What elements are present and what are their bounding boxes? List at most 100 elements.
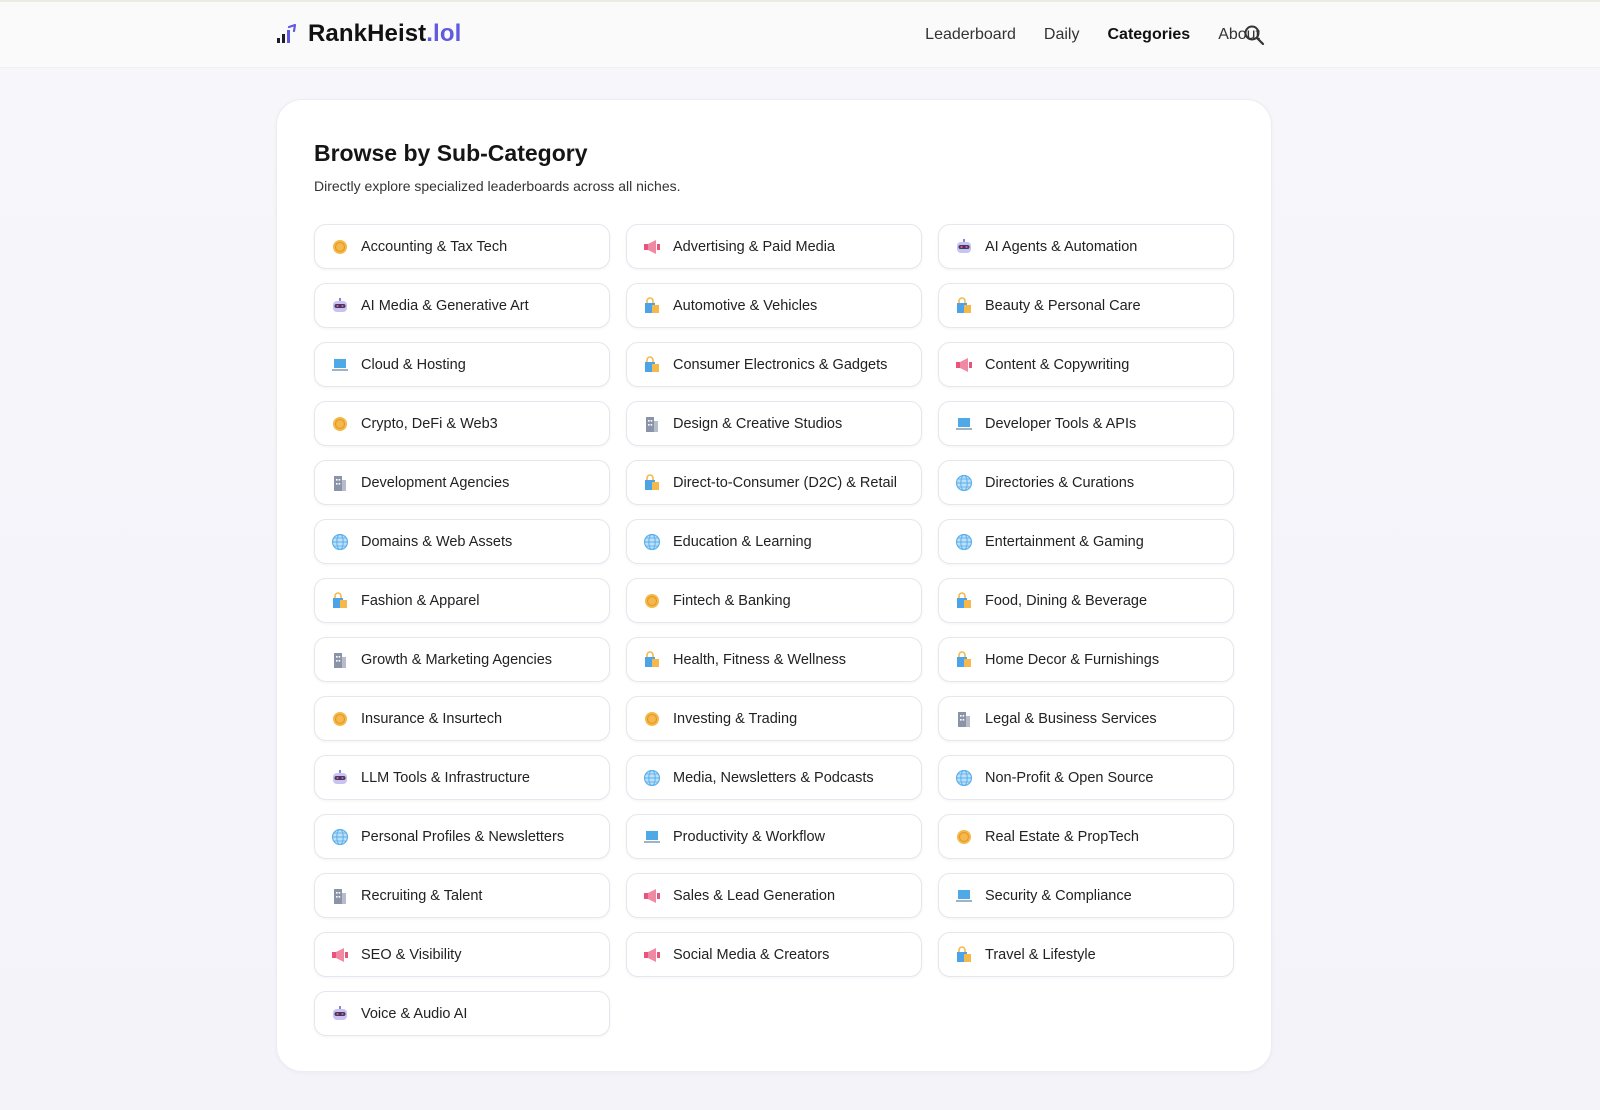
category-item[interactable]: Automotive & Vehicles — [626, 283, 922, 328]
category-label: Health, Fitness & Wellness — [673, 651, 846, 668]
shopping-bag-icon — [955, 650, 973, 669]
category-item[interactable]: Home Decor & Furnishings — [938, 637, 1234, 682]
megaphone-icon — [955, 356, 973, 374]
category-item[interactable]: Fintech & Banking — [626, 578, 922, 623]
category-item[interactable]: Investing & Trading — [626, 696, 922, 741]
category-item[interactable]: Travel & Lifestyle — [938, 932, 1234, 977]
brand-tld: .lol — [426, 20, 462, 47]
category-item[interactable]: Directories & Curations — [938, 460, 1234, 505]
category-label: Entertainment & Gaming — [985, 533, 1144, 550]
globe-icon — [331, 828, 349, 846]
category-label: Real Estate & PropTech — [985, 828, 1139, 845]
coin-icon — [331, 415, 349, 433]
category-item[interactable]: Real Estate & PropTech — [938, 814, 1234, 859]
category-label: LLM Tools & Infrastructure — [361, 769, 530, 786]
category-item[interactable]: Legal & Business Services — [938, 696, 1234, 741]
category-label: Non-Profit & Open Source — [985, 769, 1154, 786]
category-item[interactable]: Fashion & Apparel — [314, 578, 610, 623]
megaphone-icon — [643, 238, 661, 256]
nav-leaderboard[interactable]: Leaderboard — [925, 26, 1016, 44]
category-item[interactable]: Direct-to-Consumer (D2C) & Retail — [626, 460, 922, 505]
building-icon — [955, 710, 973, 728]
category-item[interactable]: Cloud & Hosting — [314, 342, 610, 387]
category-label: Accounting & Tax Tech — [361, 238, 508, 255]
robot-icon — [331, 769, 349, 787]
category-label: Travel & Lifestyle — [985, 946, 1096, 963]
category-label: Voice & Audio AI — [361, 1005, 468, 1022]
category-item[interactable]: Growth & Marketing Agencies — [314, 637, 610, 682]
category-label: Fashion & Apparel — [361, 592, 480, 609]
category-item[interactable]: Insurance & Insurtech — [314, 696, 610, 741]
shopping-bag-icon — [643, 473, 661, 492]
shopping-bag-icon — [955, 945, 973, 964]
building-icon — [643, 415, 661, 433]
category-item[interactable]: Education & Learning — [626, 519, 922, 564]
category-label: Recruiting & Talent — [361, 887, 483, 904]
category-item[interactable]: Accounting & Tax Tech — [314, 224, 610, 269]
category-item[interactable]: Advertising & Paid Media — [626, 224, 922, 269]
category-label: Design & Creative Studios — [673, 415, 843, 432]
building-icon — [331, 474, 349, 492]
category-label: Personal Profiles & Newsletters — [361, 828, 565, 845]
category-label: Food, Dining & Beverage — [985, 592, 1148, 609]
coin-icon — [331, 710, 349, 728]
page-title: Browse by Sub-Category — [314, 140, 588, 166]
category-item[interactable]: Domains & Web Assets — [314, 519, 610, 564]
category-item[interactable]: Developer Tools & APIs — [938, 401, 1234, 446]
category-item[interactable]: AI Media & Generative Art — [314, 283, 610, 328]
category-label: Education & Learning — [673, 533, 812, 550]
shopping-bag-icon — [955, 296, 973, 315]
category-item[interactable]: Beauty & Personal Care — [938, 283, 1234, 328]
category-label: Automotive & Vehicles — [673, 297, 818, 314]
brand-logo-link[interactable]: RankHeist.lol — [276, 20, 461, 48]
category-item[interactable]: Non-Profit & Open Source — [938, 755, 1234, 800]
shopping-bag-icon — [643, 355, 661, 374]
category-item[interactable]: Social Media & Creators — [626, 932, 922, 977]
coin-icon — [643, 710, 661, 728]
brand-name: RankHeist.lol — [308, 20, 462, 47]
category-item[interactable]: Entertainment & Gaming — [938, 519, 1234, 564]
category-label: Fintech & Banking — [673, 592, 791, 609]
category-label: Crypto, DeFi & Web3 — [361, 415, 498, 432]
shopping-bag-icon — [643, 296, 661, 315]
category-item[interactable]: Voice & Audio AI — [314, 991, 610, 1036]
category-item[interactable]: Productivity & Workflow — [626, 814, 922, 859]
category-item[interactable]: AI Agents & Automation — [938, 224, 1234, 269]
category-label: Consumer Electronics & Gadgets — [673, 356, 888, 373]
bar-chart-arrow-icon — [277, 23, 297, 43]
megaphone-icon — [643, 946, 661, 964]
category-item[interactable]: Sales & Lead Generation — [626, 873, 922, 918]
shopping-bag-icon — [643, 650, 661, 669]
nav-daily[interactable]: Daily — [1044, 26, 1080, 44]
robot-icon — [955, 238, 973, 256]
category-item[interactable]: LLM Tools & Infrastructure — [314, 755, 610, 800]
category-item[interactable]: Recruiting & Talent — [314, 873, 610, 918]
category-item[interactable]: Security & Compliance — [938, 873, 1234, 918]
search-button[interactable] — [1243, 24, 1267, 48]
coin-icon — [331, 238, 349, 256]
globe-icon — [643, 533, 661, 551]
category-item[interactable]: Food, Dining & Beverage — [938, 578, 1234, 623]
category-item[interactable]: Consumer Electronics & Gadgets — [626, 342, 922, 387]
category-label: AI Media & Generative Art — [361, 297, 529, 314]
nav-categories[interactable]: Categories — [1107, 26, 1190, 44]
category-item[interactable]: Development Agencies — [314, 460, 610, 505]
category-item[interactable]: Media, Newsletters & Podcasts — [626, 755, 922, 800]
category-item[interactable]: Health, Fitness & Wellness — [626, 637, 922, 682]
search-icon — [1244, 25, 1265, 46]
category-item[interactable]: Design & Creative Studios — [626, 401, 922, 446]
category-item[interactable]: Personal Profiles & Newsletters — [314, 814, 610, 859]
category-item[interactable]: SEO & Visibility — [314, 932, 610, 977]
category-label: Domains & Web Assets — [361, 533, 513, 550]
category-label: Content & Copywriting — [985, 356, 1130, 373]
category-label: Media, Newsletters & Podcasts — [673, 769, 874, 786]
category-item[interactable]: Crypto, DeFi & Web3 — [314, 401, 610, 446]
category-label: Sales & Lead Generation — [673, 887, 836, 904]
category-item[interactable]: Content & Copywriting — [938, 342, 1234, 387]
coin-icon — [643, 592, 661, 610]
building-icon — [331, 651, 349, 669]
main-nav: Leaderboard Daily Categories About — [897, 26, 1260, 44]
shopping-bag-icon — [955, 591, 973, 610]
page-subtitle: Directly explore specialized leaderboard… — [314, 178, 681, 194]
category-label: Beauty & Personal Care — [985, 297, 1141, 314]
